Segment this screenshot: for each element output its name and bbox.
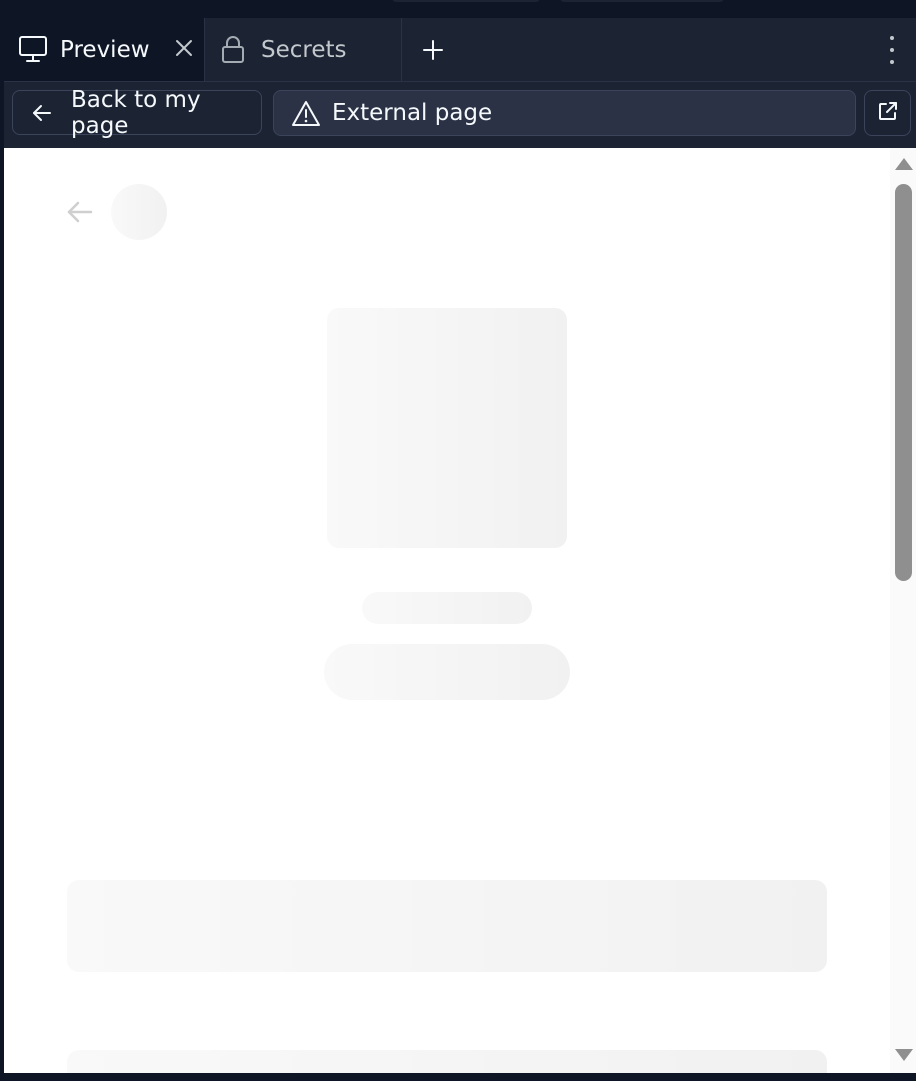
close-icon[interactable] bbox=[172, 36, 196, 60]
scrollbar-thumb[interactable] bbox=[895, 184, 912, 581]
skeleton-avatar bbox=[111, 184, 167, 240]
lock-icon bbox=[221, 34, 245, 64]
skeleton-text-line bbox=[362, 592, 532, 624]
url-label: External page bbox=[332, 100, 493, 126]
monitor-icon bbox=[18, 35, 48, 63]
open-in-new-tab-button[interactable] bbox=[864, 90, 911, 136]
tab-preview[interactable]: Preview bbox=[4, 18, 205, 81]
skeleton-image bbox=[327, 308, 567, 548]
tab-secrets[interactable]: Secrets bbox=[205, 18, 402, 81]
scrollbar[interactable] bbox=[890, 148, 916, 1073]
top-overflow-pill bbox=[560, 0, 724, 2]
skeleton-button bbox=[324, 644, 570, 700]
webview-content bbox=[4, 148, 916, 1073]
plus-icon[interactable] bbox=[419, 36, 447, 64]
top-overflow-pill bbox=[392, 0, 540, 2]
scroll-down-arrow-icon[interactable] bbox=[895, 1049, 913, 1061]
back-to-my-page-button[interactable]: Back to my page bbox=[12, 87, 262, 139]
arrow-left-icon[interactable] bbox=[66, 198, 94, 230]
skeleton-card bbox=[67, 880, 827, 972]
kebab-menu-icon[interactable] bbox=[886, 36, 898, 64]
tab-preview-label: Preview bbox=[60, 36, 150, 63]
app-window: Preview Secrets Back to my page External… bbox=[0, 0, 916, 1081]
tab-secrets-label: Secrets bbox=[261, 36, 347, 63]
skeleton-card bbox=[67, 1050, 827, 1073]
external-link-icon bbox=[877, 100, 899, 126]
back-button-label: Back to my page bbox=[71, 86, 201, 139]
address-bar: Back to my page External page bbox=[4, 82, 916, 148]
scroll-up-arrow-icon[interactable] bbox=[895, 158, 913, 170]
tab-bar: Preview Secrets bbox=[4, 18, 916, 82]
arrow-left-icon bbox=[31, 102, 53, 130]
warning-icon bbox=[291, 100, 321, 133]
url-field[interactable]: External page bbox=[273, 90, 856, 136]
